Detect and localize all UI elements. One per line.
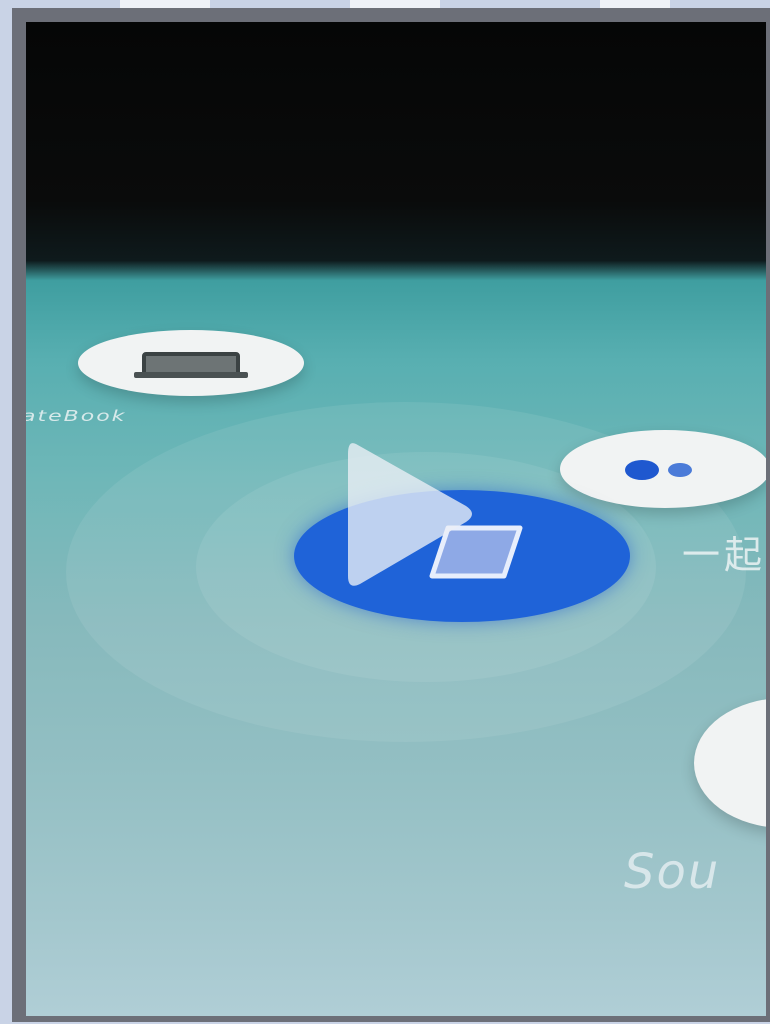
- sound-label: Sou: [624, 844, 721, 900]
- video-player[interactable]: ateBook 一起 Sou: [26, 22, 766, 1016]
- play-icon[interactable]: [338, 430, 488, 600]
- laptop-icon: [134, 352, 248, 378]
- earbuds-label: 一起: [682, 533, 766, 577]
- laptop-label: ateBook: [26, 407, 127, 426]
- sound-node[interactable]: [694, 698, 766, 828]
- laptop-node[interactable]: [78, 330, 304, 396]
